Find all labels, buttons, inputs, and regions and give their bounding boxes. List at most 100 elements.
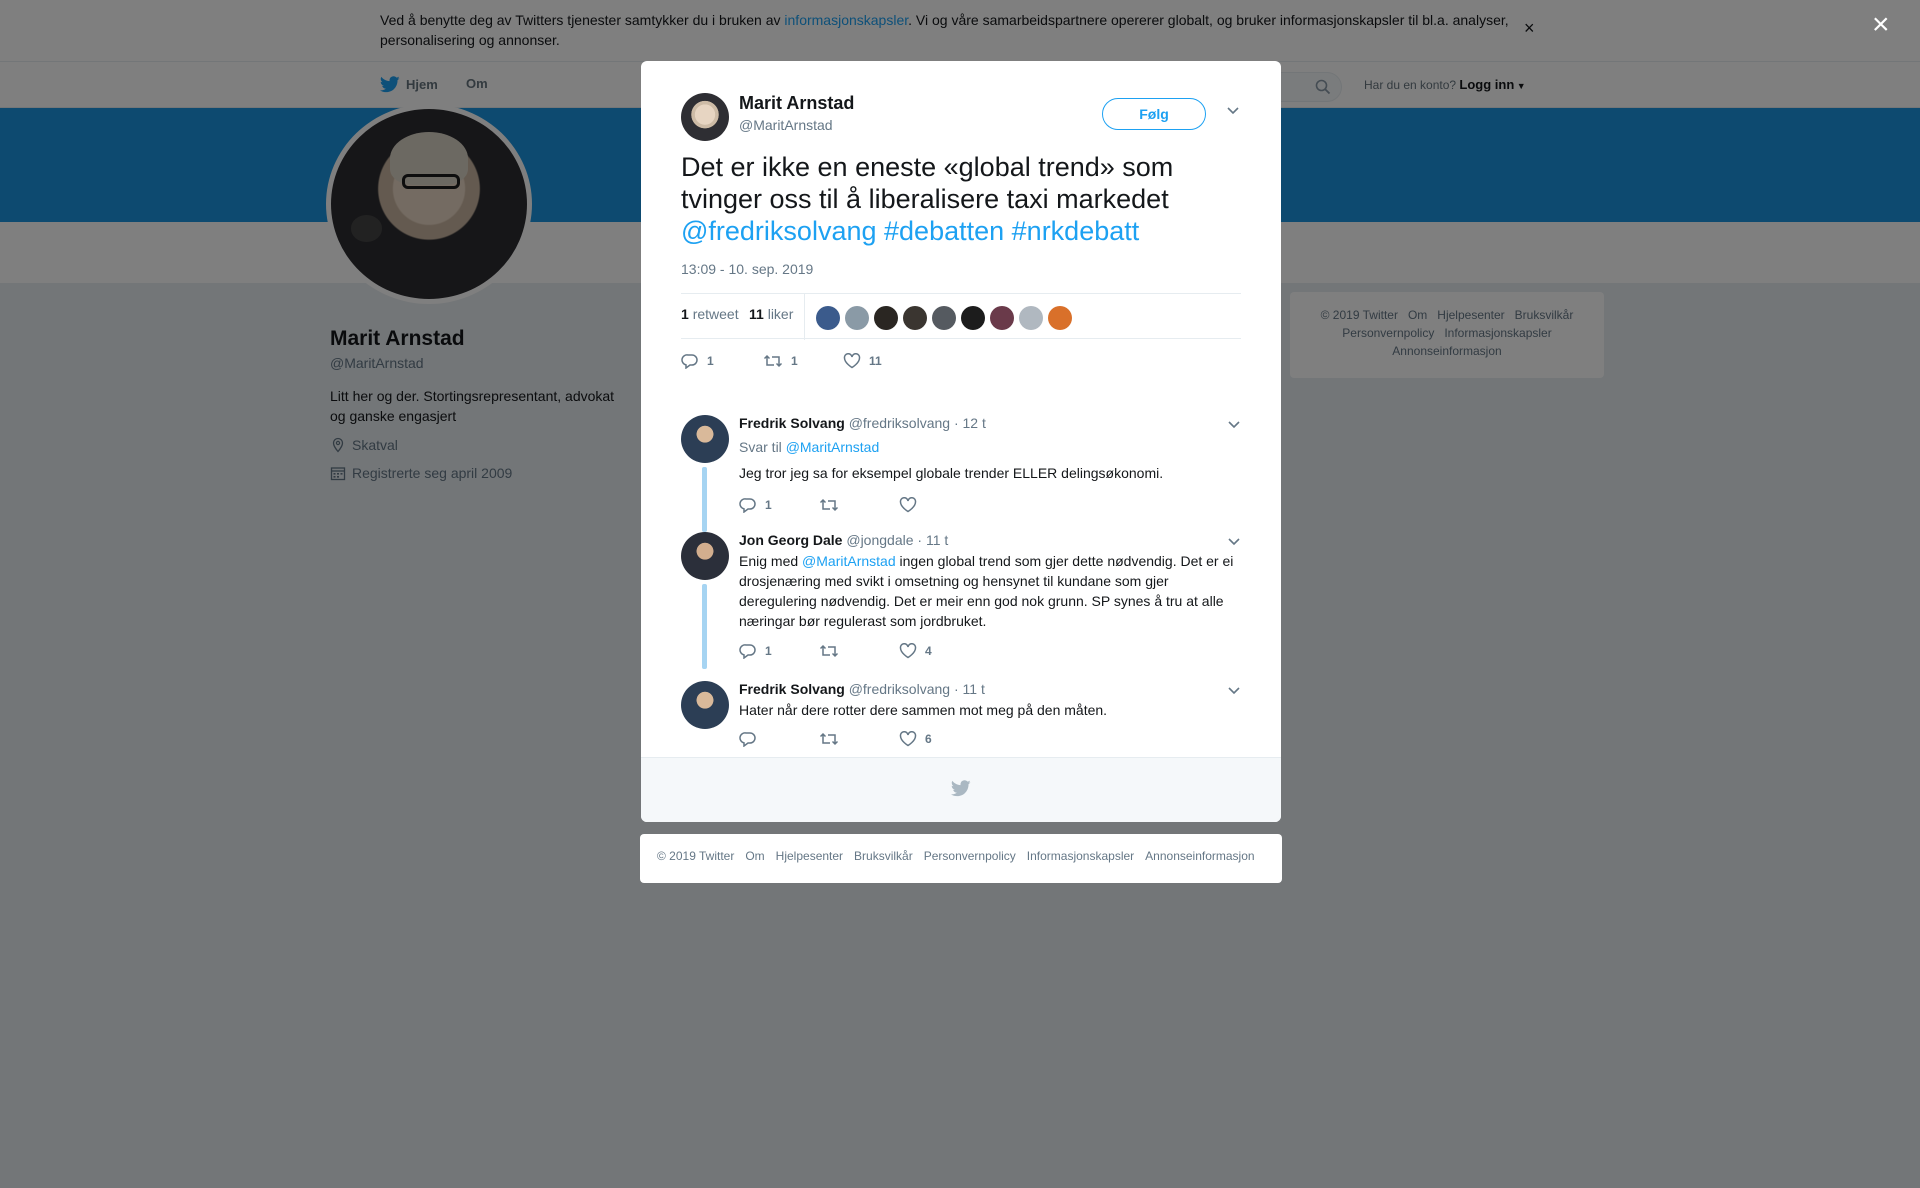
footer-link-about[interactable]: Om	[745, 849, 764, 863]
like-count: 6	[925, 732, 932, 746]
retweet-button[interactable]	[819, 731, 847, 747]
heart-icon	[899, 643, 917, 659]
thread-line	[702, 467, 707, 532]
reply-text: Enig med @MaritArnstad ingen global tren…	[739, 551, 1243, 631]
liker-avatar[interactable]	[816, 306, 840, 330]
footer-link-ads[interactable]: Annonseinformasjon	[1145, 849, 1254, 863]
tweet-stats: 1 retweet 11 liker	[681, 293, 1241, 340]
reply-actions: 6	[739, 731, 1039, 751]
retweet-stat[interactable]: 1 retweet	[681, 306, 739, 322]
reply-time[interactable]: · 12 t	[954, 415, 986, 431]
reply-icon	[739, 498, 756, 513]
reply-button[interactable]: 1	[739, 643, 772, 659]
retweet-button[interactable]	[819, 497, 847, 513]
reply-actions: 1 4	[739, 643, 1039, 663]
likes-stat[interactable]: 11 liker	[749, 306, 793, 322]
heart-icon	[899, 497, 917, 513]
twitter-bird-icon	[951, 780, 971, 797]
reply-avatar[interactable]	[681, 681, 729, 729]
reply-tweet[interactable]: Fredrik Solvang @fredriksolvang · 12 t S…	[681, 415, 1241, 535]
chevron-down-icon[interactable]	[1227, 536, 1241, 546]
tweet-author-handle[interactable]: @MaritArnstad	[739, 117, 833, 133]
like-button[interactable]: 4	[899, 643, 932, 659]
reply-to-label: Svar til	[739, 439, 782, 455]
chevron-down-icon[interactable]	[1226, 105, 1240, 115]
liker-avatar[interactable]	[1048, 306, 1072, 330]
reply-time[interactable]: · 11 t	[954, 681, 985, 697]
hashtag-debatten[interactable]: #debatten	[884, 216, 1004, 246]
reply-actions: 1	[739, 497, 1039, 517]
liker-avatars	[816, 306, 1072, 330]
reply-header: Fredrik Solvang @fredriksolvang · 12 t	[739, 415, 986, 431]
retweet-button[interactable]	[819, 643, 847, 659]
reply-count: 1	[707, 354, 714, 368]
tweet-mention[interactable]: @fredriksolvang	[681, 216, 877, 246]
close-icon[interactable]: ×	[1872, 10, 1890, 40]
footer-link-privacy[interactable]: Personvernpolicy	[924, 849, 1016, 863]
reply-text-before: Enig med	[739, 553, 803, 569]
likes-stat-label: liker	[767, 306, 794, 322]
footer-link-help[interactable]: Hjelpesenter	[776, 849, 843, 863]
reply-to-mention[interactable]: @MaritArnstad	[786, 439, 880, 455]
footer-copyright: © 2019 Twitter	[657, 849, 735, 863]
reply-count: 1	[765, 644, 772, 658]
tweet-actions: 1 1 11	[681, 353, 1241, 373]
like-button[interactable]: 11	[843, 353, 882, 369]
retweet-icon	[819, 644, 839, 658]
reply-author-handle[interactable]: @fredriksolvang	[849, 681, 950, 697]
liker-avatar[interactable]	[874, 306, 898, 330]
liker-avatar[interactable]	[990, 306, 1014, 330]
reply-to-line: Svar til @MaritArnstad	[739, 439, 879, 455]
chevron-down-icon[interactable]	[1227, 685, 1241, 695]
reply-author-name[interactable]: Fredrik Solvang	[739, 681, 845, 697]
reply-avatar[interactable]	[681, 415, 729, 463]
heart-icon	[899, 731, 917, 747]
reply-count: 1	[765, 498, 772, 512]
tweet-text: Det er ikke en eneste «global trend» som…	[681, 151, 1241, 247]
reply-tweet[interactable]: Fredrik Solvang @fredriksolvang · 11 t H…	[681, 681, 1241, 751]
like-button[interactable]: 6	[899, 731, 932, 747]
reply-time[interactable]: · 11 t	[917, 532, 948, 548]
reply-author-name[interactable]: Fredrik Solvang	[739, 415, 845, 431]
reply-author-handle[interactable]: @fredriksolvang	[849, 415, 950, 431]
follow-button[interactable]: Følg	[1102, 98, 1206, 130]
retweet-icon	[819, 732, 839, 746]
reply-text: Hater når dere rotter dere sammen mot me…	[739, 702, 1108, 718]
reply-header: Jon Georg Dale @jongdale · 11 t	[739, 532, 948, 548]
tweet-author-name[interactable]: Marit Arnstad	[739, 93, 854, 114]
modal-page-footer: © 2019 Twitter Om Hjelpesenter Bruksvilkår P…	[640, 834, 1282, 883]
heart-icon	[843, 353, 861, 369]
liker-avatar[interactable]	[932, 306, 956, 330]
reply-mention[interactable]: @MaritArnstad	[802, 553, 896, 569]
footer-link-cookies[interactable]: Informasjonskapsler	[1027, 849, 1134, 863]
likes-stat-count: 11	[749, 306, 764, 322]
footer-link-terms[interactable]: Bruksvilkår	[854, 849, 913, 863]
tweet-author-avatar[interactable]	[681, 93, 729, 141]
reply-header: Fredrik Solvang @fredriksolvang · 11 t	[739, 681, 985, 697]
tweet-timestamp[interactable]: 13:09 - 10. sep. 2019	[681, 261, 813, 277]
reply-author-name[interactable]: Jon Georg Dale	[739, 532, 842, 548]
reply-author-handle[interactable]: @jongdale	[846, 532, 913, 548]
liker-avatar[interactable]	[1019, 306, 1043, 330]
reply-avatar[interactable]	[681, 532, 729, 580]
like-button[interactable]	[899, 497, 925, 513]
liker-avatar[interactable]	[961, 306, 985, 330]
reply-icon	[681, 354, 698, 369]
reply-icon	[739, 644, 756, 659]
thread-line	[702, 584, 707, 669]
chevron-down-icon[interactable]	[1227, 419, 1241, 429]
reply-button[interactable]: 1	[681, 353, 714, 369]
reply-button[interactable]	[739, 731, 765, 747]
reply-tweet[interactable]: Jon Georg Dale @jongdale · 11 t Enig med…	[681, 532, 1241, 682]
stats-divider	[804, 294, 805, 340]
liker-avatar[interactable]	[903, 306, 927, 330]
liker-avatar[interactable]	[845, 306, 869, 330]
retweet-count: 1	[791, 354, 798, 368]
hashtag-nrkdebatt[interactable]: #nrkdebatt	[1012, 216, 1140, 246]
retweet-button[interactable]: 1	[763, 353, 798, 369]
modal-footer	[641, 757, 1281, 822]
like-count: 11	[869, 354, 882, 368]
retweet-stat-label: retweet	[692, 306, 739, 322]
retweet-icon	[819, 498, 839, 512]
reply-button[interactable]: 1	[739, 497, 772, 513]
